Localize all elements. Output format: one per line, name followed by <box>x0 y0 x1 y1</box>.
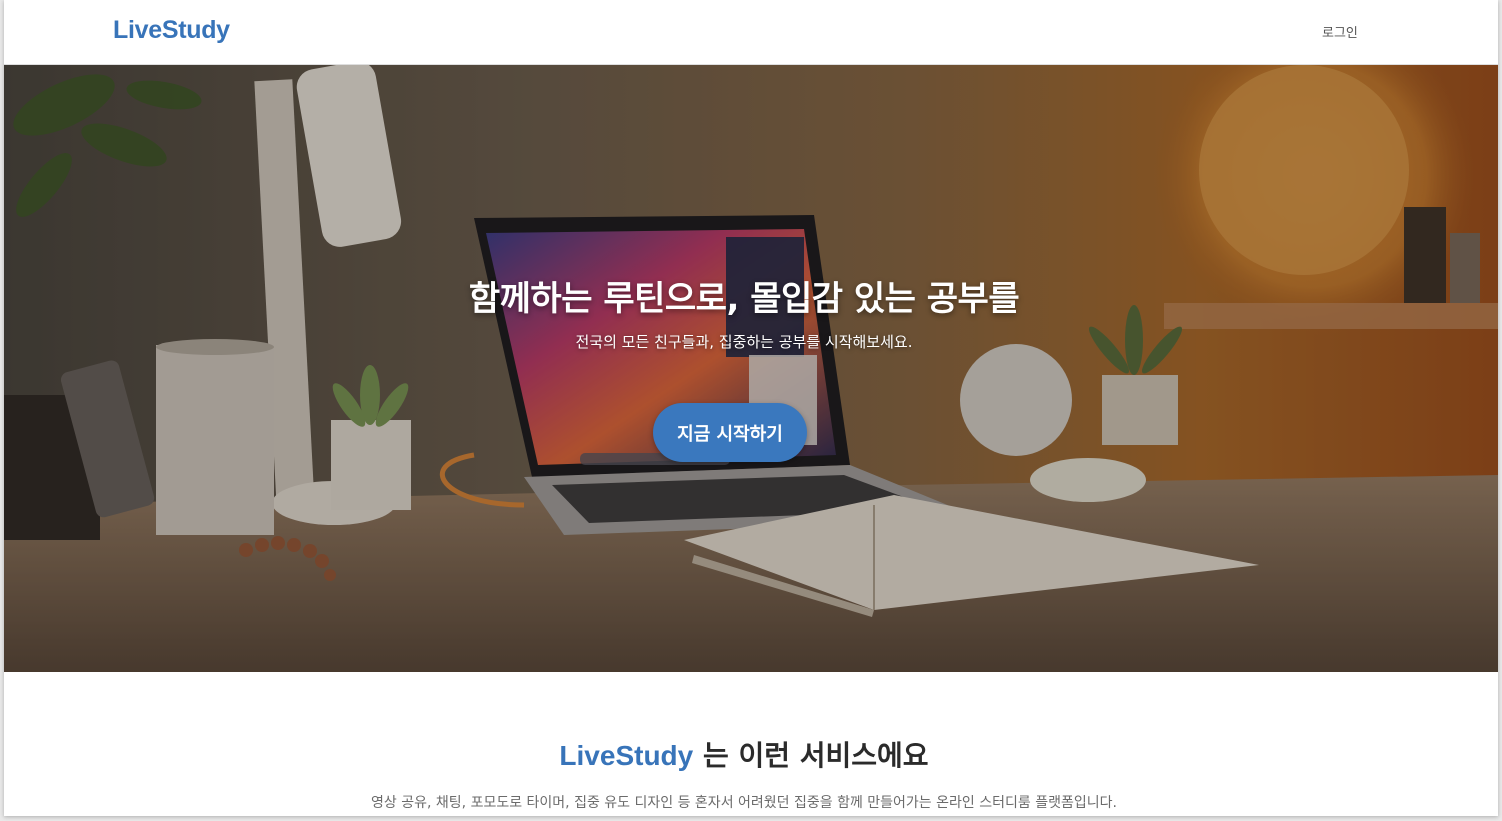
site-header: LiveStudy 로그인 <box>4 0 1498 65</box>
intro-heading-text: 는 이런 서비스에요 <box>693 739 929 772</box>
hero-banner: 함께하는 루틴으로, 몰입감 있는 공부를 전국의 모든 친구들과, 집중하는 … <box>4 65 1498 672</box>
intro-description: 영상 공유, 채팅, 포모도로 타이머, 집중 유도 디자인 등 혼자서 어려웠… <box>371 795 1117 811</box>
start-now-button[interactable]: 지금 시작하기 <box>653 403 807 462</box>
intro-heading: LiveStudy 는 이런 서비스에요 <box>4 734 1484 774</box>
login-link[interactable]: 로그인 <box>1322 22 1358 41</box>
hero-title: 함께하는 루틴으로, 몰입감 있는 공부를 <box>468 279 1020 319</box>
hero-dark-overlay <box>4 65 1498 672</box>
browser-viewport: LiveStudy 로그인 함께하는 루틴으로, 몰입감 있는 공부를 전국의 … <box>4 0 1498 816</box>
intro-brand-name: LiveStudy <box>559 740 694 771</box>
hero-subtitle: 전국의 모든 친구들과, 집중하는 공부를 시작해보세요. <box>575 333 913 351</box>
site-logo[interactable]: LiveStudy <box>113 16 230 45</box>
